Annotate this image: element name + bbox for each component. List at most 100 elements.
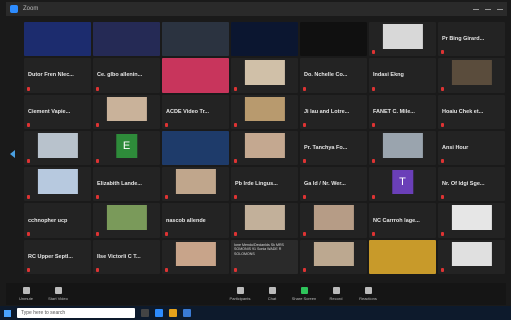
participant-tile[interactable]: T [369,167,436,202]
participant-tile[interactable] [231,58,298,93]
participant-photo [313,205,354,231]
participant-tile[interactable] [231,130,298,166]
participant-name: NC Carrroh lage... [373,217,420,224]
muted-mic-icon [165,122,168,127]
maximize-icon[interactable] [485,8,491,10]
participant-video [162,22,229,57]
minimize-icon[interactable] [473,8,479,10]
participant-tile[interactable] [438,58,505,93]
muted-mic-icon [165,231,168,236]
record-button[interactable]: Record [320,287,352,301]
participant-tile[interactable] [369,130,436,166]
participant-tile[interactable] [231,22,298,57]
participant-tile[interactable]: nascob allende [162,203,229,238]
participant-photo [175,169,216,194]
file-explorer-icon[interactable] [169,309,177,317]
participant-tile[interactable] [369,22,436,57]
participant-tile[interactable]: Pb Irde Lingus... [231,167,298,202]
participant-initial-avatar: T [391,170,414,195]
muted-mic-icon [372,50,375,55]
participant-tile[interactable] [162,167,229,202]
participant-tile[interactable] [438,203,505,238]
participant-tile[interactable] [24,130,91,166]
taskbar-search-input[interactable]: Type here to search [17,308,135,318]
participant-tile[interactable]: Indasi Ekng [369,58,436,93]
participant-tile[interactable] [162,22,229,57]
participant-tile[interactable] [438,239,505,274]
muted-mic-icon [303,231,306,236]
participant-tile[interactable]: Ione Mendu/Decianlds Sk MRS SOMONIS 91 S… [231,239,298,274]
reactions-icon [364,287,372,294]
participant-tile[interactable]: cchnopher ucp [24,203,91,238]
participant-photo [106,96,147,122]
muted-mic-icon [303,267,306,272]
chat-label: Chat [267,296,277,301]
unmute-button[interactable]: Unmute [10,287,42,301]
participant-name: Nr. Of ldgi Sge... [442,181,485,188]
muted-mic-icon [27,267,30,272]
muted-mic-icon [234,195,237,200]
muted-mic-icon [303,195,306,200]
participant-tile[interactable]: Elizabith Lande... [93,167,160,202]
muted-mic-icon [27,122,30,127]
participant-tile[interactable] [162,239,229,274]
participant-tile[interactable] [93,203,160,238]
previous-page-arrow-icon[interactable] [10,150,15,158]
chat-icon [268,287,276,294]
muted-mic-icon [441,86,444,91]
participant-tile[interactable]: Ilse Victorli C T... [93,239,160,274]
participant-tile[interactable]: Ga ld / Nr. Wer... [300,167,367,202]
share-screen-button[interactable]: Share Screen [288,287,320,301]
participant-name: Ilse Victorli C T... [97,253,141,260]
participant-name: RC Upper Septl... [28,253,73,260]
window-controls[interactable] [473,8,507,10]
participant-tile[interactable] [300,22,367,57]
participant-tile[interactable] [162,130,229,166]
close-icon[interactable] [497,8,503,10]
start-video-button[interactable]: Start Video [42,287,74,301]
participant-tile[interactable]: E [93,130,160,166]
participant-tile[interactable]: Hoaiu Chek et... [438,94,505,129]
participant-tile[interactable]: Dutor Fren Nlec... [24,58,91,93]
participants-button[interactable]: Participants [224,287,256,301]
participant-photo [37,132,78,158]
participant-tile[interactable] [369,239,436,274]
participant-photo [244,205,285,231]
participant-photo [382,132,423,158]
participant-name: Pr. Tanchya Fo... [304,144,348,151]
participant-tile[interactable]: RC Upper Septl... [24,239,91,274]
muted-mic-icon [372,159,375,164]
participant-tile[interactable]: Pr. Tanchya Fo... [300,130,367,166]
participant-tile[interactable] [93,22,160,57]
meeting-toolbar: Unmute Start Video Participants Chat Share … [6,283,506,305]
participant-tile[interactable] [24,22,91,57]
participant-tile[interactable] [93,94,160,129]
reactions-button[interactable]: Reactions [352,287,384,301]
task-view-icon[interactable] [141,309,149,317]
participant-tile[interactable]: NC Carrroh lage... [369,203,436,238]
participant-tile[interactable] [231,203,298,238]
start-button[interactable] [4,309,11,317]
muted-mic-icon [441,195,444,200]
participant-tile[interactable] [231,94,298,129]
participant-tile[interactable]: Ce. glbo allenin... [93,58,160,93]
participant-tile[interactable]: Nr. Of ldgi Sge... [438,167,505,202]
participant-tile[interactable] [300,239,367,274]
participant-tile[interactable] [300,203,367,238]
participant-tile[interactable]: Ciement Vapie... [24,94,91,129]
participant-tile[interactable]: Ji lau and Lotre... [300,94,367,129]
chat-button[interactable]: Chat [256,287,288,301]
edge-browser-icon[interactable] [183,309,191,317]
chat-popup-text: Ione Mendu/Decianlds Sk MRS SOMONIS 91 S… [234,242,284,256]
zoom-taskbar-icon[interactable] [155,309,163,317]
participant-photo [244,132,285,158]
participant-tile[interactable]: Do. Nchelle Co... [300,58,367,93]
participant-tile[interactable]: ACDE Video Tr... [162,94,229,129]
participant-tile[interactable] [24,167,91,202]
participant-tile[interactable] [162,58,229,93]
participant-tile[interactable]: FANET C. Mile... [369,94,436,129]
record-icon [332,287,340,294]
participant-tile[interactable]: Ansi Hour [438,130,505,166]
participant-tile[interactable]: Pr Bing Girard... [438,22,505,57]
muted-mic-icon [96,86,99,91]
